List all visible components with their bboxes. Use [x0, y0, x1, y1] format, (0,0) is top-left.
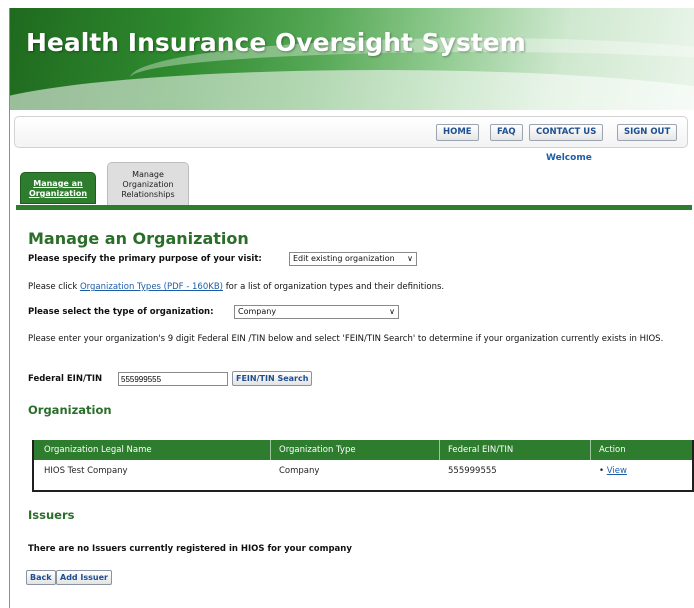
header-banner: Health Insurance Oversight System	[10, 8, 694, 110]
welcome-text: Welcome	[546, 153, 592, 163]
top-nav-bar: HOME FAQ CONTACT US SIGN OUT	[14, 116, 688, 148]
click-suffix: for a list of organization types and the…	[225, 282, 445, 292]
column-divider	[590, 440, 591, 460]
org-types-link[interactable]: Organization Types (PDF - 160KB)	[80, 282, 223, 292]
org-type-select-value: Company	[238, 307, 277, 316]
back-button[interactable]: Back	[26, 570, 56, 585]
cell-ein: 555999555	[448, 466, 497, 476]
click-prefix: Please click	[28, 282, 78, 292]
fein-tin-search-button[interactable]: FEIN/TIN Search	[232, 371, 313, 386]
contact-us-button[interactable]: CONTACT US	[529, 124, 604, 141]
banner-decoration	[10, 70, 694, 110]
organization-heading: Organization	[28, 403, 112, 417]
tab-underline	[16, 205, 692, 210]
chevron-down-icon: ∨	[389, 307, 395, 316]
org-type-select[interactable]: Company ∨	[234, 305, 399, 319]
cell-action: • View	[593, 466, 627, 476]
col-header-legal-name: Organization Legal Name	[44, 445, 152, 455]
home-button[interactable]: HOME	[436, 124, 479, 141]
tab-manage-organization[interactable]: Manage an Organization	[20, 172, 96, 204]
purpose-label: Please specify the primary purpose of yo…	[28, 254, 262, 264]
faq-button[interactable]: FAQ	[490, 124, 523, 141]
chevron-down-icon: ∨	[407, 254, 413, 263]
page-title: Manage an Organization	[28, 229, 249, 248]
column-divider	[439, 440, 440, 460]
page-frame: Health Insurance Oversight System HOME F…	[9, 8, 694, 608]
bullet-icon: •	[599, 466, 605, 476]
sign-out-button[interactable]: SIGN OUT	[617, 124, 678, 141]
cell-legal-name: HIOS Test Company	[44, 466, 128, 476]
app-title: Health Insurance Oversight System	[26, 28, 526, 57]
org-type-label: Please select the type of organization:	[28, 307, 214, 317]
column-divider	[270, 440, 271, 460]
ein-input[interactable]	[118, 372, 228, 386]
tab-manage-relationships[interactable]: Manage Organization Relationships	[107, 162, 189, 206]
issuers-heading: Issuers	[28, 508, 75, 522]
view-link[interactable]: View	[607, 466, 627, 476]
table-header: Organization Legal Name Organization Typ…	[34, 440, 692, 460]
ein-instructions: Please enter your organization's 9 digit…	[28, 334, 664, 344]
add-issuer-button[interactable]: Add Issuer	[56, 570, 112, 585]
col-header-action: Action	[599, 445, 626, 455]
org-types-sentence: Please click Organization Types (PDF - 1…	[28, 282, 444, 292]
organization-table: Organization Legal Name Organization Typ…	[32, 440, 694, 492]
cell-org-type: Company	[279, 466, 320, 476]
ein-label: Federal EIN/TIN	[28, 374, 103, 384]
purpose-select-value: Edit existing organization	[293, 254, 395, 263]
purpose-select[interactable]: Edit existing organization ∨	[289, 252, 417, 266]
col-header-ein: Federal EIN/TIN	[448, 445, 514, 455]
issuers-empty-message: There are no Issuers currently registere…	[28, 544, 352, 554]
col-header-org-type: Organization Type	[279, 445, 356, 455]
